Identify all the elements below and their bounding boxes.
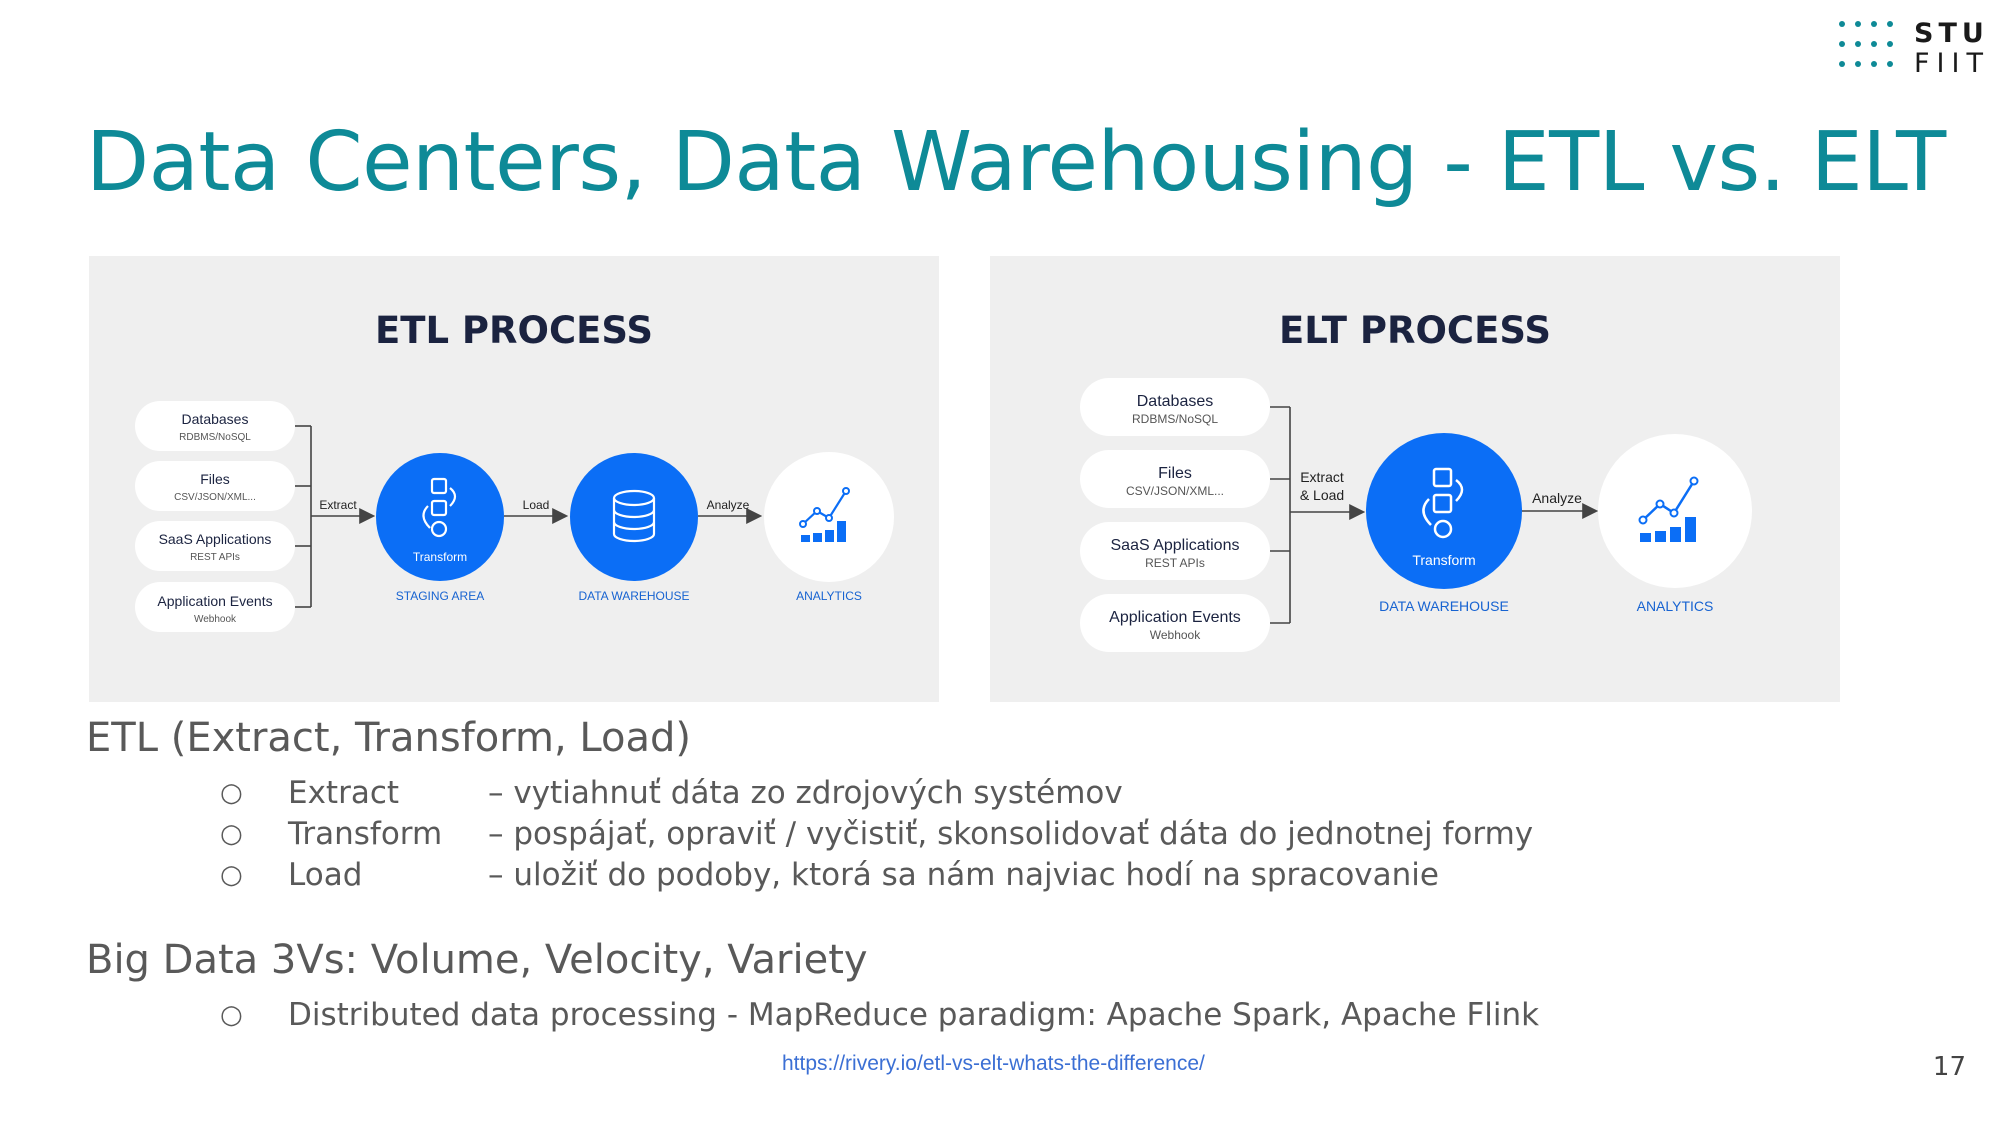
- svg-text:Application Events: Application Events: [1109, 609, 1241, 626]
- svg-text:CSV/JSON/XML...: CSV/JSON/XML...: [1126, 484, 1224, 498]
- source-saas: SaaS Applications REST APIs: [135, 521, 295, 571]
- svg-text:Databases: Databases: [182, 411, 249, 427]
- transform-label: Transform: [1412, 552, 1475, 568]
- svg-text:Databases: Databases: [1137, 393, 1214, 410]
- svg-text:Webhook: Webhook: [1150, 628, 1201, 642]
- source-databases: Databases RDBMS/NoSQL: [1080, 378, 1270, 436]
- warehouse-label: DATA WAREHOUSE: [578, 589, 689, 603]
- bullet-term: Extract: [288, 775, 400, 811]
- bullet-icon: ○: [220, 819, 243, 849]
- bigdata-heading: Big Data 3Vs: Volume, Velocity, Variety: [86, 937, 868, 983]
- svg-text:Application Events: Application Events: [157, 593, 272, 609]
- source-app-events: Application Events Webhook: [1080, 594, 1270, 652]
- svg-text:CSV/JSON/XML...: CSV/JSON/XML...: [174, 492, 256, 503]
- stu-fiit-logo: STU FIIT: [1839, 18, 1990, 79]
- analyze-label: Analyze: [1532, 490, 1582, 506]
- staging-area-label: STAGING AREA: [396, 589, 484, 603]
- logo-line1: STU: [1914, 18, 1989, 49]
- extract-load-label-1: Extract: [1300, 469, 1344, 485]
- extract-label: Extract: [319, 498, 357, 512]
- bullet-term: Load: [288, 857, 363, 893]
- svg-text:RDBMS/NoSQL: RDBMS/NoSQL: [1132, 412, 1218, 426]
- bullet-text: Distributed data processing - MapReduce …: [288, 997, 1540, 1033]
- analyze-label: Analyze: [707, 498, 750, 512]
- transform-label: Transform: [413, 550, 467, 564]
- svg-text:Files: Files: [1158, 465, 1192, 482]
- elt-source-bracket: [1270, 406, 1291, 624]
- etl-source-bracket: [295, 425, 312, 608]
- source-link[interactable]: https://rivery.io/etl-vs-elt-whats-the-d…: [782, 1052, 1205, 1076]
- source-files: Files CSV/JSON/XML...: [135, 461, 295, 511]
- etl-heading-text: ETL (Extract, Transform, Load): [86, 715, 691, 761]
- elt-diagram: ELT PROCESS Databases RDBMS/NoSQL Files …: [990, 256, 1840, 702]
- bullet-desc: – pospájať, opraviť / vyčistiť, skonsoli…: [488, 816, 1534, 852]
- bullet-icon: ○: [220, 860, 243, 890]
- analytics-label: ANALYTICS: [1637, 598, 1714, 614]
- extract-load-label-2: & Load: [1300, 487, 1344, 503]
- bullet-term: Transform: [288, 816, 443, 852]
- bullet-desc: – uložiť do podoby, ktorá sa nám najviac…: [488, 857, 1439, 893]
- source-saas: SaaS Applications REST APIs: [1080, 522, 1270, 580]
- etl-heading: ETL PROCESS: [375, 309, 653, 352]
- svg-text:SaaS Applications: SaaS Applications: [1111, 537, 1240, 554]
- svg-text:REST APIs: REST APIs: [1145, 556, 1205, 570]
- source-files: Files CSV/JSON/XML...: [1080, 450, 1270, 508]
- bullet-icon: ○: [220, 778, 243, 808]
- analytics-label: ANALYTICS: [796, 589, 862, 603]
- etl-diagram: ETL PROCESS Databases RDBMS/NoSQL Files …: [89, 256, 939, 702]
- svg-text:Webhook: Webhook: [194, 614, 237, 625]
- warehouse-label: DATA WAREHOUSE: [1379, 598, 1509, 614]
- source-databases: Databases RDBMS/NoSQL: [135, 401, 295, 451]
- svg-text:RDBMS/NoSQL: RDBMS/NoSQL: [179, 432, 251, 443]
- bullet-icon: ○: [220, 1000, 243, 1030]
- svg-text:Files: Files: [200, 471, 230, 487]
- svg-text:SaaS Applications: SaaS Applications: [159, 531, 272, 547]
- page-number: 17: [1932, 1052, 1966, 1082]
- logo-line2: FIIT: [1914, 48, 1990, 79]
- elt-heading: ELT PROCESS: [1279, 309, 1551, 352]
- bullet-desc: – vytiahnuť dáta zo zdrojových systémov: [488, 775, 1123, 811]
- load-label: Load: [523, 498, 550, 512]
- svg-text:REST APIs: REST APIs: [190, 552, 240, 563]
- slide-title: Data Centers, Data Warehousing - ETL vs.…: [86, 115, 1946, 210]
- source-app-events: Application Events Webhook: [135, 582, 295, 632]
